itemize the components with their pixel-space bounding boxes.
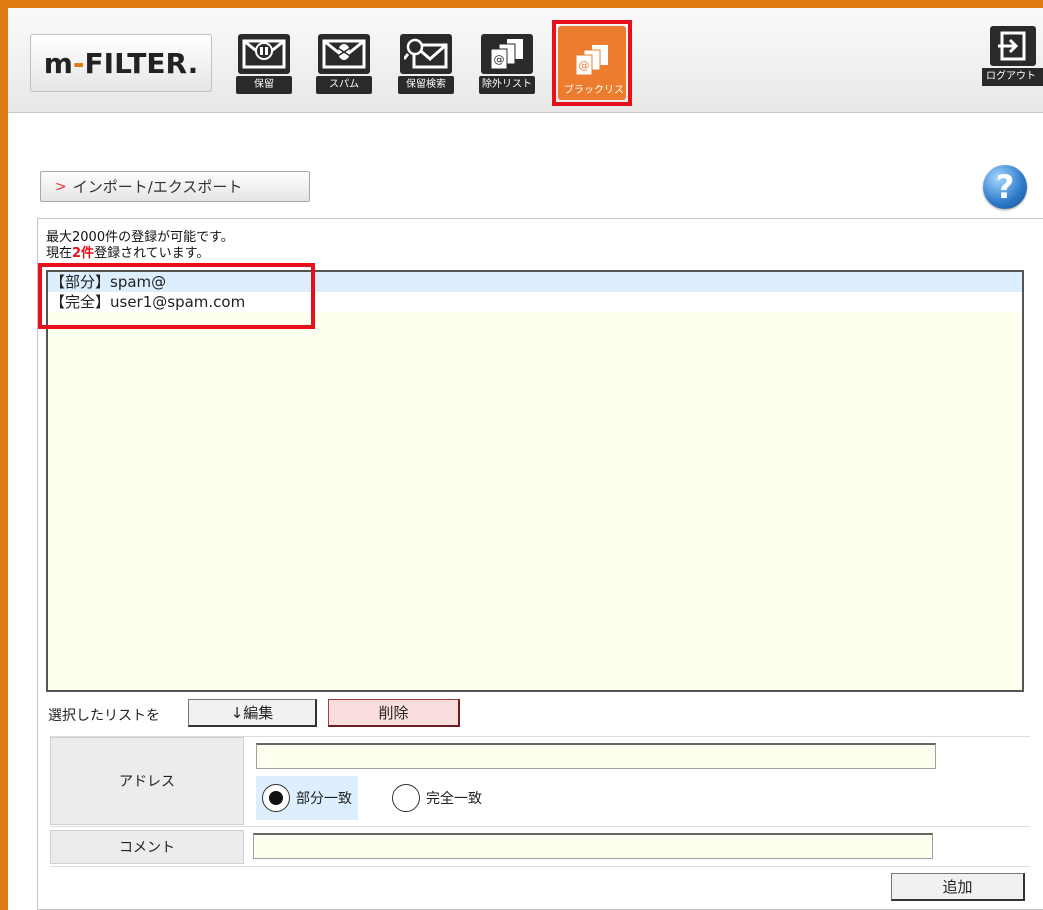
spam-button[interactable]: スパム — [315, 28, 373, 94]
svg-text:@: @ — [579, 59, 590, 72]
radio-exact-match[interactable]: 完全一致 — [386, 776, 488, 820]
hold-label: 保留 — [236, 76, 292, 94]
divider — [50, 866, 1030, 867]
exclusion-list-label: 除外リスト — [479, 76, 535, 94]
address-label: アドレス — [50, 737, 244, 825]
blacklist-listbox[interactable]: 【部分】spam@ 【完全】user1@spam.com — [46, 270, 1024, 692]
add-button[interactable]: 追加 — [891, 873, 1025, 901]
blacklist-button[interactable]: @ ブラックリスト — [558, 26, 634, 100]
chevron-right-icon: > — [55, 178, 67, 195]
delete-button[interactable]: 削除 — [328, 699, 460, 727]
left-border — [0, 0, 8, 910]
logout-label: ログアウト — [982, 68, 1043, 86]
spam-mail-icon — [318, 34, 370, 74]
radio-partial-match[interactable]: 部分一致 — [256, 776, 358, 820]
hold-mail-icon — [238, 34, 290, 74]
radio-button-unchecked[interactable] — [392, 784, 420, 812]
m-filter-logo: m - FILTER. — [30, 34, 212, 92]
edit-button[interactable]: ↓編集 — [188, 699, 317, 727]
import-export-label: インポート/エクスポート — [72, 178, 243, 196]
list-item[interactable]: 【完全】user1@spam.com — [48, 292, 1022, 312]
help-icon[interactable]: ? — [983, 165, 1027, 209]
comment-label: コメント — [50, 830, 244, 864]
info-line-count: 現在2件登録されています。 — [46, 246, 210, 261]
address-input[interactable] — [256, 743, 936, 769]
import-export-button[interactable]: > インポート/エクスポート — [40, 171, 310, 202]
exclusion-list-icon: @ — [481, 34, 533, 74]
match-type-radio-group: 部分一致 完全一致 — [256, 776, 488, 820]
blacklist-label: ブラックリスト — [564, 85, 634, 96]
list-item[interactable]: 【部分】spam@ — [48, 272, 1022, 292]
hold-search-button[interactable]: 保留検索 — [397, 28, 455, 94]
radio-partial-label: 部分一致 — [296, 791, 352, 807]
selected-list-label: 選択したリストを — [48, 708, 160, 724]
top-border — [0, 0, 1043, 8]
hold-search-icon — [400, 34, 452, 74]
hold-button[interactable]: 保留 — [235, 28, 293, 94]
svg-text:@: @ — [494, 53, 505, 66]
divider — [50, 826, 1030, 827]
comment-input[interactable] — [253, 833, 933, 859]
hold-search-label: 保留検索 — [398, 76, 454, 94]
info-text: 最大2000件の登録が可能です。 現在2件登録されています。 — [46, 230, 234, 262]
logout-icon — [989, 26, 1036, 66]
radio-button-checked[interactable] — [262, 784, 290, 812]
spam-label: スパム — [316, 76, 372, 94]
radio-exact-label: 完全一致 — [426, 791, 482, 807]
exclusion-list-button[interactable]: @ 除外リスト — [478, 28, 536, 94]
info-line-max: 最大2000件の登録が可能です。 — [46, 230, 234, 245]
blacklist-icon: @ — [566, 40, 618, 80]
logout-button[interactable]: ログアウト — [982, 26, 1043, 94]
